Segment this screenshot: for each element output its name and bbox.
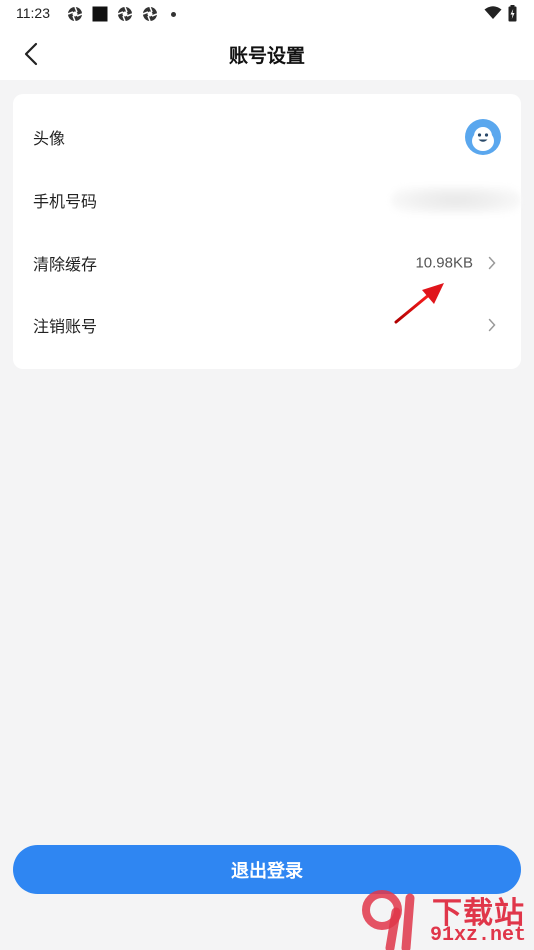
chevron-right-icon <box>488 318 496 332</box>
app-notification-icon <box>142 6 158 22</box>
watermark-logo-icon <box>362 890 415 950</box>
chevron-right-icon <box>488 256 496 270</box>
status-time: 11:23 <box>16 5 50 21</box>
square-notification-icon <box>92 6 108 22</box>
app-header: 账号设置 <box>0 28 534 80</box>
logout-button[interactable]: 退出登录 <box>13 845 521 894</box>
settings-card: 头像 手机号码 清除缓存 10.98KB 注销账号 <box>13 94 521 369</box>
more-dot-icon <box>171 12 176 17</box>
cache-size-value: 10.98KB <box>415 254 473 272</box>
settings-row-label: 头像 <box>33 129 66 148</box>
annotation-arrow-icon <box>394 283 444 324</box>
avatar[interactable] <box>465 119 501 155</box>
app-notification-icon <box>117 6 133 22</box>
settings-row-label: 手机号码 <box>33 192 98 211</box>
settings-row-phone[interactable]: 手机号码 <box>13 169 521 231</box>
settings-row-label: 注销账号 <box>33 317 98 336</box>
battery-charging-icon <box>508 5 517 22</box>
wifi-icon <box>484 6 502 19</box>
watermark-url: 91xz.net <box>430 924 527 947</box>
settings-row-avatar[interactable]: 头像 <box>13 106 521 168</box>
status-bar: 11:23 <box>0 0 534 28</box>
settings-row-label: 清除缓存 <box>33 255 98 274</box>
page-title: 账号设置 <box>228 45 305 67</box>
app-notification-icon <box>67 6 83 22</box>
watermark: 下载站 91xz.net <box>362 888 534 950</box>
blurred-phone-value <box>391 186 521 214</box>
